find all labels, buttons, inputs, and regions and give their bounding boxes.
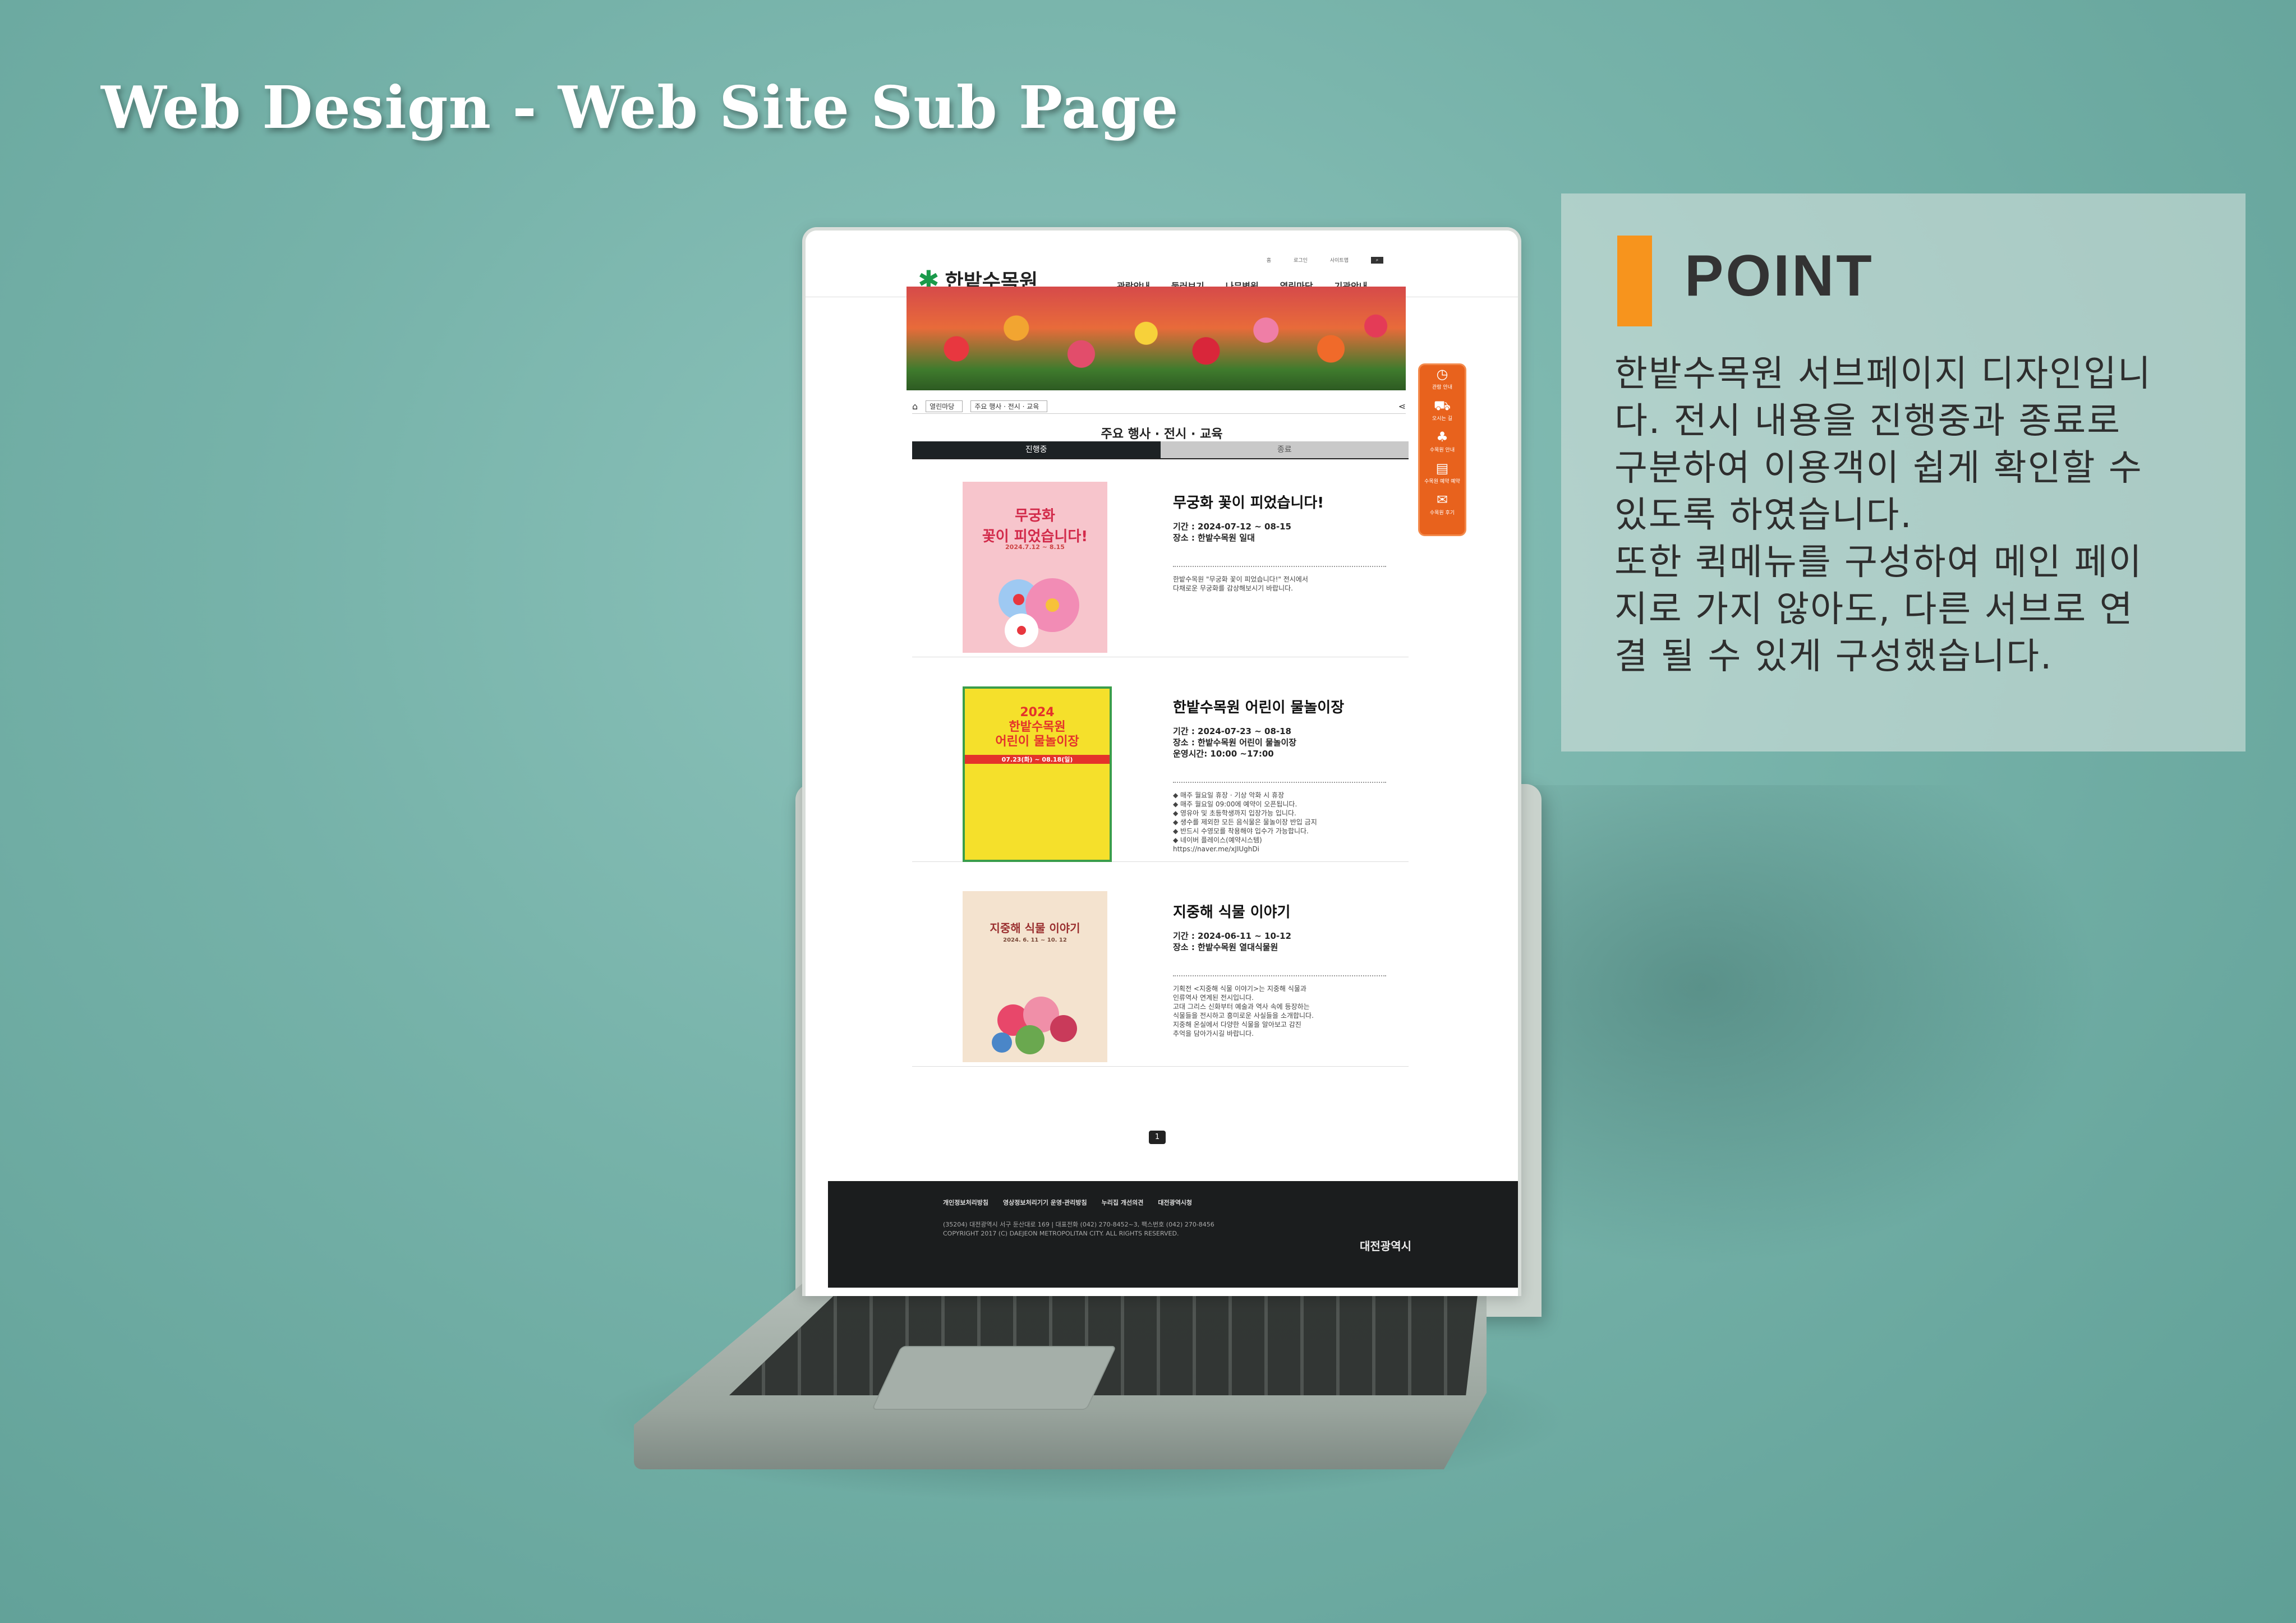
point-line: 또한 퀵메뉴를 구성하여 메인 페이 xyxy=(1614,542,2143,583)
breadcrumb: ⌂ 열린마당 주요 행사 · 전시 · 교육 ⋖ xyxy=(912,399,1406,414)
page-title: Web Design - Web Site Sub Page xyxy=(101,73,1179,142)
event-description: 한밭수목원 "무궁화 꽃이 피었습니다!" 전시에서 다채로운 무궁화를 감상해… xyxy=(1173,566,1386,593)
laptop-shadow xyxy=(1515,785,2132,1290)
point-description: 한밭수목원 서브페이지 디자인입니 다. 전시 내용을 진행중과 종료로 구분하… xyxy=(1614,351,2209,680)
quick-label: 수목원 후기 xyxy=(1429,510,1455,516)
event-item[interactable]: 지중해 식물 이야기 2024. 6. 11 ~ 10. 12 지중해 식물 이… xyxy=(912,875,1409,1067)
laptop-screen: 홈 로그인 사이트맵 ⌕ ✱ 한밭수목원 관람안내 둘러보기 나무병원 열린마당… xyxy=(802,227,1521,1296)
quick-label: 오시는 길 xyxy=(1432,416,1452,422)
event-title[interactable]: 한밭수목원 어린이 물놀이장 xyxy=(1173,696,1386,717)
status-tabs: 진행중 종료 xyxy=(912,441,1409,459)
search-icon[interactable]: ⌕ xyxy=(1371,256,1383,264)
quick-menu: ◷ 관람 안내 ⛟ 오시는 길 ♣ 수목원 안내 ▤ 수목원 예약 예약 ✉ 수목원 후기 xyxy=(1418,363,1466,536)
tab-ongoing[interactable]: 진행중 xyxy=(912,441,1161,458)
event-description: 기획전 <지중해 식물 이야기>는 지중해 식물과 인류역사 연계된 전시입니다… xyxy=(1173,975,1386,1038)
util-home-link[interactable]: 홈 xyxy=(1267,256,1271,264)
event-poster[interactable]: 지중해 식물 이야기 2024. 6. 11 ~ 10. 12 xyxy=(963,891,1107,1062)
point-panel: POINT 한밭수목원 서브페이지 디자인입니 다. 전시 내용을 진행중과 종… xyxy=(1561,193,2246,751)
city-logo: 대전광역시 xyxy=(1360,1239,1411,1253)
event-title[interactable]: 무궁화 꽃이 피었습니다! xyxy=(1173,491,1386,512)
flower-bouquet-illustration xyxy=(992,997,1077,1054)
footer-address: (35204) 대전광역시 서구 둔산대로 169 | 대표전화 (042) 2… xyxy=(943,1221,1214,1237)
share-icon[interactable]: ⋖ xyxy=(1398,401,1406,412)
poster-title: 2024 한밭수목원 어린이 물놀이장 xyxy=(995,706,1079,749)
event-item[interactable]: 무궁화 꽃이 피었습니다! 2024.7.12 ~ 8.15 무궁화 꽃이 피었… xyxy=(912,466,1409,657)
pagination-page[interactable]: 1 xyxy=(1149,1131,1166,1144)
utility-nav: 홈 로그인 사이트맵 ⌕ xyxy=(1267,256,1383,264)
poster-title: 지중해 식물 이야기 xyxy=(990,921,1080,935)
section-title: 주요 행사 · 전시 · 교육 xyxy=(1101,427,1223,441)
event-meta: 기간 : 2024-07-12 ~ 08-15 장소 : 한밭수목원 일대 xyxy=(1173,522,1291,543)
quick-item[interactable]: ♣ 수목원 안내 xyxy=(1420,428,1465,459)
event-item[interactable]: 2024 한밭수목원 어린이 물놀이장 07.23(화) ~ 08.18(일) … xyxy=(912,671,1409,862)
event-info: 지중해 식물 이야기 기간 : 2024-06-11 ~ 10-12 장소 : … xyxy=(1173,901,1386,1038)
poster-date: 07.23(화) ~ 08.18(일) xyxy=(965,755,1110,764)
car-icon: ⛟ xyxy=(1433,398,1451,413)
point-line: 지로 가지 않아도, 다른 서브로 연 xyxy=(1614,589,2134,630)
breadcrumb-select-2[interactable]: 주요 행사 · 전시 · 교육 xyxy=(970,400,1048,412)
footer-links: 개인정보처리방침 영상정보처리기기 운영·관리방침 누리집 개선의견 대전광역시… xyxy=(943,1198,1192,1207)
point-accent-bar xyxy=(1617,236,1652,326)
poster-date: 2024.7.12 ~ 8.15 xyxy=(1005,543,1065,551)
point-line: 구분하여 이용객이 쉽게 확인할 수 xyxy=(1614,448,2143,489)
point-line: 다. 전시 내용을 진행중과 종료로 xyxy=(1614,400,2122,442)
site-footer: 개인정보처리방침 영상정보처리기기 운영·관리방침 누리집 개선의견 대전광역시… xyxy=(828,1181,1518,1288)
event-info: 무궁화 꽃이 피었습니다! 기간 : 2024-07-12 ~ 08-15 장소… xyxy=(1173,491,1386,593)
point-line: 한밭수목원 서브페이지 디자인입니 xyxy=(1614,353,2152,395)
event-poster[interactable]: 무궁화 꽃이 피었습니다! 2024.7.12 ~ 8.15 xyxy=(963,482,1107,653)
event-title[interactable]: 지중해 식물 이야기 xyxy=(1173,901,1386,921)
event-meta: 기간 : 2024-06-11 ~ 10-12 장소 : 한밭수목원 열대식물원 xyxy=(1173,931,1291,952)
quick-item[interactable]: ✉ 수목원 후기 xyxy=(1420,491,1465,522)
quick-label: 수목원 안내 xyxy=(1429,448,1455,453)
quick-item[interactable]: ⛟ 오시는 길 xyxy=(1420,396,1465,428)
poster-title: 무궁화 꽃이 피었습니다! xyxy=(982,508,1088,545)
quick-item[interactable]: ▤ 수목원 예약 예약 xyxy=(1420,459,1465,491)
event-description: ◆ 매주 월요일 휴장 · 기상 악화 시 휴장 ◆ 매주 월요일 09:00에… xyxy=(1173,782,1386,854)
quick-label: 수목원 예약 예약 xyxy=(1424,479,1460,485)
util-sitemap-link[interactable]: 사이트맵 xyxy=(1330,256,1349,264)
breadcrumb-select-1[interactable]: 열린마당 xyxy=(926,400,963,412)
event-meta: 기간 : 2024-07-23 ~ 08-18 장소 : 한밭수목원 어린이 물… xyxy=(1173,726,1297,759)
hero-banner-tulips xyxy=(907,287,1406,390)
footer-link[interactable]: 누리집 개선의견 xyxy=(1102,1198,1144,1207)
tree-icon: ♣ xyxy=(1436,429,1448,445)
home-icon[interactable]: ⌂ xyxy=(912,401,918,412)
poster-date: 2024. 6. 11 ~ 10. 12 xyxy=(1003,937,1067,943)
flower-illustration xyxy=(999,578,1079,647)
event-info: 한밭수목원 어린이 물놀이장 기간 : 2024-07-23 ~ 08-18 장… xyxy=(1173,696,1386,854)
tab-ended[interactable]: 종료 xyxy=(1160,441,1409,458)
quick-label: 관람 안내 xyxy=(1432,385,1452,390)
point-line: 있도록 하였습니다. xyxy=(1614,495,1913,536)
footer-link[interactable]: 영상정보처리기기 운영·관리방침 xyxy=(1003,1198,1087,1207)
laptop-touchpad xyxy=(871,1346,1117,1410)
point-heading: POINT xyxy=(1685,243,1874,308)
event-poster[interactable]: 2024 한밭수목원 어린이 물놀이장 07.23(화) ~ 08.18(일) xyxy=(963,686,1112,862)
mail-icon: ✉ xyxy=(1436,492,1448,508)
footer-link[interactable]: 개인정보처리방침 xyxy=(943,1198,988,1207)
util-login-link[interactable]: 로그인 xyxy=(1294,256,1308,264)
footer-link[interactable]: 대전광역시청 xyxy=(1158,1198,1192,1207)
clock-icon: ◷ xyxy=(1436,366,1448,382)
point-line: 결 될 수 있게 구성했습니다. xyxy=(1614,636,2053,677)
quick-item[interactable]: ◷ 관람 안내 xyxy=(1420,365,1465,396)
calendar-icon: ▤ xyxy=(1435,460,1449,476)
